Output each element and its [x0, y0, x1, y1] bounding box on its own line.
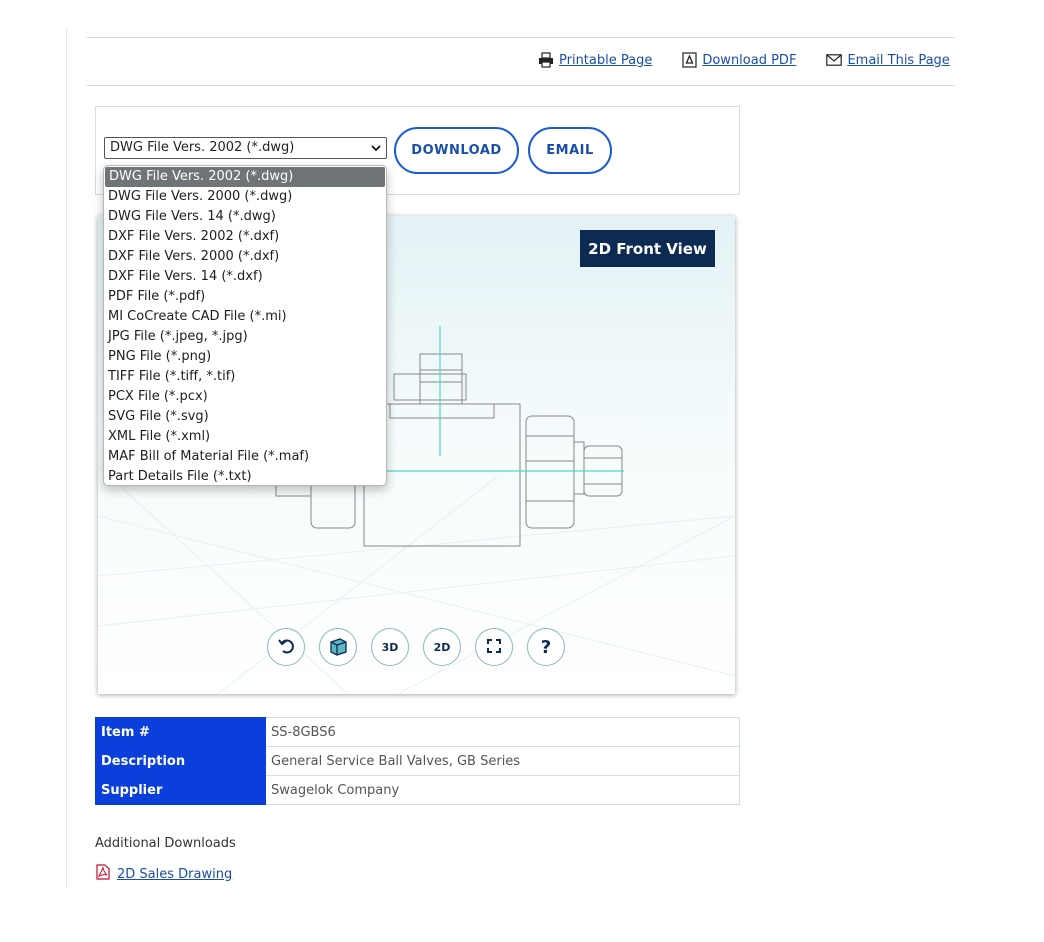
format-option[interactable]: DWG File Vers. 14 (*.dwg)	[104, 207, 386, 227]
email-button[interactable]: EMAIL	[528, 127, 612, 174]
pdf-icon	[682, 52, 697, 68]
download-pdf-link[interactable]: Download PDF	[682, 52, 796, 68]
reset-view-button[interactable]	[267, 628, 305, 666]
format-option[interactable]: XML File (*.xml)	[104, 427, 386, 447]
format-option[interactable]: DWG File Vers. 2000 (*.dwg)	[104, 187, 386, 207]
pdf-file-icon	[95, 864, 111, 884]
2d-view-button[interactable]: 2D	[423, 628, 461, 666]
format-option[interactable]: Part Details File (*.txt)	[104, 467, 386, 485]
format-option[interactable]: SVG File (*.svg)	[104, 407, 386, 427]
detail-key: Item #	[95, 717, 266, 747]
format-dropdown-list[interactable]: DWG File Vers. 2002 (*.dwg) DWG File Vers…	[103, 165, 387, 486]
top-divider	[87, 37, 955, 38]
detail-row: Description General Service Ball Valves, …	[95, 746, 740, 776]
envelope-icon	[826, 54, 843, 66]
printer-icon	[538, 52, 554, 68]
email-page-label: Email This Page	[847, 52, 950, 68]
format-option[interactable]: PCX File (*.pcx)	[104, 387, 386, 407]
download-pdf-label: Download PDF	[702, 52, 797, 68]
sales-drawing-download[interactable]: 2D Sales Drawing	[95, 864, 232, 884]
format-option[interactable]: DXF File Vers. 14 (*.dxf)	[104, 267, 386, 287]
printable-page-label: Printable Page	[559, 52, 653, 68]
format-option[interactable]: JPG File (*.jpeg, *.jpg)	[104, 327, 386, 347]
detail-value: SS-8GBS6	[265, 717, 740, 747]
detail-row: Supplier Swagelok Company	[95, 775, 740, 805]
left-border	[66, 28, 67, 888]
view-label: 2D Front View	[580, 230, 715, 267]
format-option[interactable]: PDF File (*.pdf)	[104, 287, 386, 307]
format-option[interactable]: DXF File Vers. 2000 (*.dxf)	[104, 247, 386, 267]
format-option[interactable]: PNG File (*.png)	[104, 347, 386, 367]
email-page-link[interactable]: Email This Page	[826, 52, 950, 68]
format-option[interactable]: DWG File Vers. 2002 (*.dwg)	[105, 167, 385, 187]
sales-drawing-link[interactable]: 2D Sales Drawing	[117, 867, 232, 882]
fullscreen-button[interactable]	[475, 628, 513, 666]
part-details-table: Item # SS-8GBS6 Description General Service…	[95, 717, 740, 805]
detail-key: Description	[95, 746, 266, 776]
fullscreen-icon	[486, 638, 502, 657]
view-cube-button[interactable]	[319, 628, 357, 666]
detail-value: General Service Ball Valves, GB Series	[265, 746, 740, 776]
detail-value: Swagelok Company	[265, 775, 740, 805]
download-button[interactable]: DOWNLOAD	[394, 127, 519, 174]
help-button[interactable]: ?	[527, 628, 565, 666]
detail-key: Supplier	[95, 775, 266, 805]
format-option[interactable]: MAF Bill of Material File (*.maf)	[104, 447, 386, 467]
cube-icon	[327, 635, 349, 660]
printable-page-link[interactable]: Printable Page	[538, 52, 652, 68]
format-select[interactable]: DWG File Vers. 2002 (*.dwg)	[104, 137, 387, 159]
chevron-down-icon	[370, 141, 382, 160]
format-option[interactable]: MI CoCreate CAD File (*.mi)	[104, 307, 386, 327]
detail-row: Item # SS-8GBS6	[95, 717, 740, 747]
additional-downloads-title: Additional Downloads	[95, 836, 236, 851]
page-actions: Printable Page Download PDF Email This P…	[538, 52, 950, 68]
actions-divider	[87, 85, 955, 86]
format-select-value: DWG File Vers. 2002 (*.dwg)	[110, 140, 295, 155]
format-option[interactable]: TIFF File (*.tiff, *.tif)	[104, 367, 386, 387]
format-option[interactable]: DXF File Vers. 2002 (*.dxf)	[104, 227, 386, 247]
3d-view-button[interactable]: 3D	[371, 628, 409, 666]
reset-view-icon	[277, 637, 295, 658]
